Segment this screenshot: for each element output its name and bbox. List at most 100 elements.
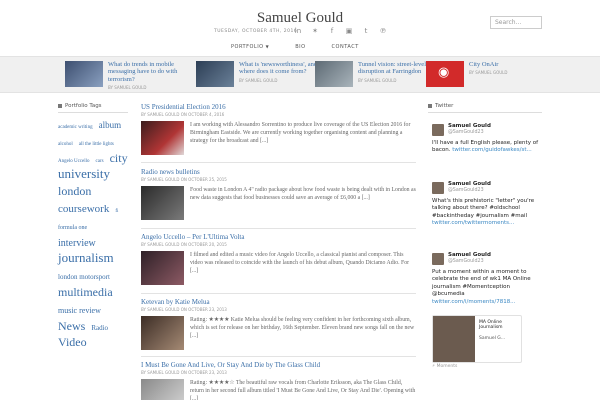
post-item: I Must Be Gone And Live, Or Stay And Die… (141, 361, 416, 400)
tag-link[interactable]: Radio (91, 324, 108, 332)
post-thumbnail[interactable] (141, 316, 184, 350)
post-thumbnail[interactable] (141, 186, 184, 220)
tag-link[interactable]: Video (58, 335, 87, 349)
tag-cloud: academic writing album alcohol all the l… (58, 116, 130, 351)
avatar[interactable] (432, 253, 444, 265)
post-thumbnail[interactable] (141, 379, 184, 400)
post-excerpt: Food waste in London A 4" radio package … (190, 187, 416, 202)
tag-link[interactable]: Angelo Uccello (58, 159, 90, 164)
featured-byline: BY SAMUEL GOULD (108, 85, 147, 91)
post-title[interactable]: Radio news bulletins (141, 168, 416, 176)
post-excerpt: Rating: ★★★★ Katie Melua should be feeli… (190, 317, 415, 340)
tag-link[interactable]: coursework (58, 203, 109, 215)
post-excerpt: I am working with Alessandro Sorrentino … (190, 122, 411, 145)
moment-image (433, 316, 475, 362)
tweet-body: What's this prehistoric "letter" you're … (432, 198, 535, 219)
tweet-author-name[interactable]: Samuel Gould (448, 123, 491, 129)
twitter-icon[interactable]: ✶ (311, 27, 319, 35)
tag-link[interactable]: cars (96, 159, 104, 164)
post-title[interactable]: US Presidential Election 2016 (141, 103, 416, 111)
tag-link[interactable]: all the little lights (79, 142, 114, 147)
featured-byline: BY SAMUEL GOULD (469, 70, 508, 76)
moments-text: Moments (436, 364, 458, 369)
pinterest-icon[interactable]: ℗ (379, 27, 387, 35)
featured-thumbnail (315, 61, 353, 87)
featured-bar: What do trends in mobile messaging have … (0, 56, 600, 93)
divider (141, 162, 416, 163)
post-excerpt: Rating: ★★★★☆ The beautiful raw vocals f… (190, 380, 416, 400)
featured-title[interactable]: City OnAir (469, 61, 559, 68)
featured-item[interactable]: What is 'newsworthiness', and where does… (196, 61, 329, 89)
post-item: Radio news bulletins BY SAMUEL GOULD ON … (141, 168, 416, 220)
post-item: US Presidential Election 2016 BY SAMUEL … (141, 103, 416, 155)
facebook-icon[interactable]: f (328, 27, 336, 35)
post-excerpt: I filmed and edited a music video for An… (190, 252, 410, 275)
instagram-icon[interactable]: ▣ (345, 27, 353, 35)
featured-item[interactable]: What do trends in mobile messaging have … (65, 61, 198, 91)
tag-link[interactable]: london (58, 184, 91, 198)
post-thumbnail[interactable] (141, 251, 184, 285)
headphones-icon: ◉ (426, 61, 464, 87)
post-thumbnail[interactable] (141, 121, 184, 155)
featured-thumbnail (65, 61, 103, 87)
tag-link[interactable]: university (58, 166, 110, 181)
tag-link[interactable]: fi (115, 209, 118, 214)
post-meta: BY SAMUEL GOULD ON OCTOBER 25, 2015 (141, 177, 227, 182)
tag-link[interactable]: journalism (58, 250, 114, 265)
tweet-author-handle[interactable]: @SamGould23 (448, 259, 484, 264)
main-nav: PORTFOLIO ▼ BIO CONTACT (223, 44, 367, 50)
tweet-author-handle[interactable]: @SamGould23 (448, 188, 484, 193)
avatar[interactable] (432, 124, 444, 136)
divider (141, 356, 416, 357)
post-title[interactable]: Ketevan by Katie Melua (141, 298, 416, 306)
tag-link[interactable]: city (110, 151, 128, 165)
date-tagline: TUESDAY, OCTOBER 4TH, 2016 (214, 29, 298, 34)
moment-author[interactable]: Samuel G... (479, 336, 505, 341)
tweet-author-name[interactable]: Samuel Gould (448, 181, 491, 187)
avatar[interactable] (432, 182, 444, 194)
divider (141, 228, 416, 229)
post-meta: BY SAMUEL GOULD ON OCTOBER 4, 2016 (141, 112, 225, 117)
post-meta: BY SAMUEL GOULD ON OCTOBER 23, 2013 (141, 370, 227, 375)
tag-link[interactable]: london motorsport (58, 273, 110, 281)
post-item: Ketevan by Katie Melua BY SAMUEL GOULD O… (141, 298, 416, 350)
tag-link[interactable]: interview (58, 238, 96, 249)
tweet-link[interactable]: twitter.com/i/moments/7818... (432, 299, 515, 305)
tweet-text: Put a moment within a moment to celebrat… (432, 269, 540, 306)
tag-link[interactable]: album (99, 120, 122, 130)
linkedin-icon[interactable]: in (294, 27, 302, 35)
featured-item[interactable]: ◉ City OnAir BY SAMUEL GOULD (426, 61, 559, 89)
tweet-author-handle[interactable]: @SamGould23 (448, 130, 484, 135)
nav-contact[interactable]: CONTACT (324, 44, 367, 50)
tweet-author-name[interactable]: Samuel Gould (448, 252, 491, 258)
tag-link[interactable]: alcohol (58, 142, 73, 147)
moments-label: ⚡ Moments (432, 364, 457, 369)
post-meta: BY SAMUEL GOULD ON OCTOBER 20, 2015 (141, 242, 227, 247)
social-links: in ✶ f ▣ t ℗ (294, 27, 387, 35)
tag-link[interactable]: formula one (58, 225, 87, 231)
post-meta: BY SAMUEL GOULD ON OCTOBER 23, 2013 (141, 307, 227, 312)
featured-thumbnail (196, 61, 234, 87)
featured-title[interactable]: What do trends in mobile messaging have … (108, 61, 198, 83)
tag-link[interactable]: music review (58, 306, 101, 315)
nav-portfolio-label: PORTFOLIO (231, 44, 264, 50)
tag-link[interactable]: News (58, 319, 85, 333)
nav-bio[interactable]: BIO (287, 44, 313, 50)
search-input[interactable]: Search... (490, 16, 542, 29)
moment-title[interactable]: MA Online Journalism (479, 320, 521, 331)
post-title[interactable]: I Must Be Gone And Live, Or Stay And Die… (141, 361, 416, 369)
lightning-icon: ⚡ (432, 364, 436, 369)
moment-card[interactable]: MA Online Journalism Samuel G... (432, 315, 522, 363)
tweet-link[interactable]: twitter.com/guidofawkes/st... (452, 147, 532, 153)
post-title[interactable]: Angelo Uccello – Per L'Ultima Volta (141, 233, 416, 241)
tweet-link[interactable]: twitter.com/twittermoments... (432, 220, 514, 226)
divider (58, 112, 128, 113)
tumblr-icon[interactable]: t (362, 27, 370, 35)
nav-portfolio[interactable]: PORTFOLIO ▼ (223, 44, 277, 50)
tag-link[interactable]: multimedia (58, 285, 113, 299)
tag-link[interactable]: academic writing (58, 125, 93, 130)
post-item: Angelo Uccello – Per L'Ultima Volta BY S… (141, 233, 416, 285)
tweet-text: I'll have a full English please, plenty … (432, 140, 540, 155)
portfolio-tags-heading: Portfolio Tags (58, 103, 102, 109)
divider (428, 112, 542, 113)
